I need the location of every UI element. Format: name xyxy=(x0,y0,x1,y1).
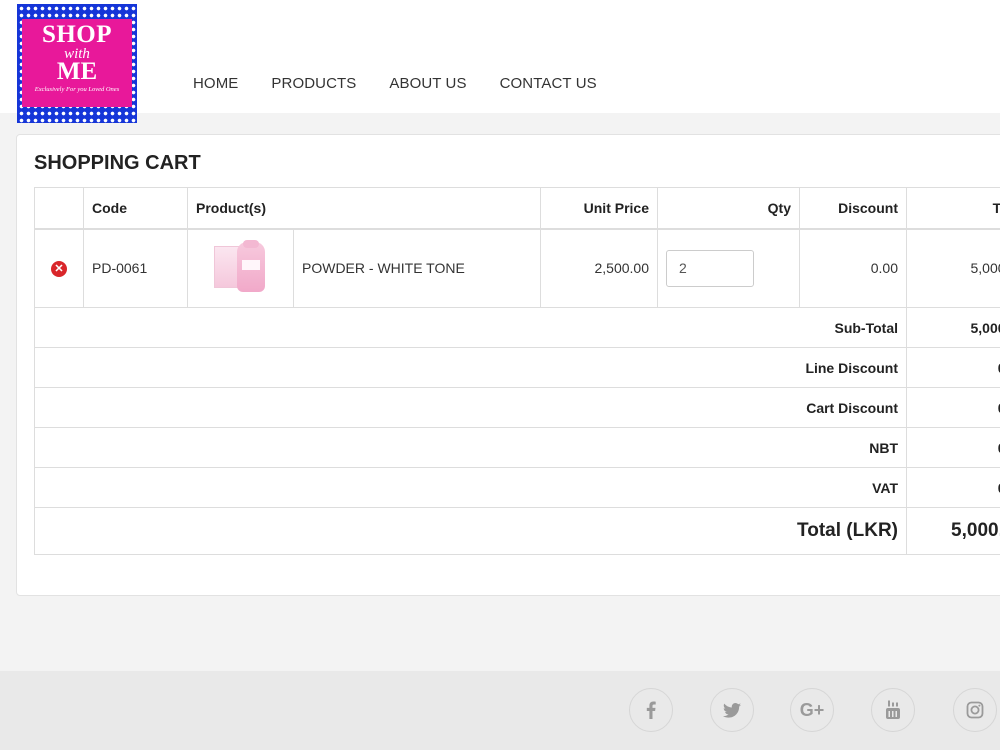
col-unit-price: Unit Price xyxy=(540,187,658,230)
facebook-icon[interactable] xyxy=(629,688,673,732)
cart-header-row: Code Product(s) Unit Price Qty Discount … xyxy=(34,187,1000,230)
vat-value: 0.00 xyxy=(906,467,1000,508)
subtotal-row: Sub-Total 5,000.00 xyxy=(34,307,1000,348)
google-plus-icon[interactable]: G+ xyxy=(790,688,834,732)
nav-home[interactable]: HOME xyxy=(193,75,238,92)
instagram-icon[interactable] xyxy=(953,688,997,732)
shop-logo[interactable]: SHOP with ME Exclusively For you Loved O… xyxy=(17,4,137,123)
line-discount-row: Line Discount 0.00 xyxy=(34,347,1000,388)
main-nav: HOME PRODUCTS ABOUT US CONTACT US xyxy=(193,75,630,92)
product-thumbnail-cell xyxy=(187,228,294,308)
col-remove xyxy=(34,187,84,230)
qty-input[interactable] xyxy=(666,249,754,287)
site-footer: G+ xyxy=(0,671,1000,750)
subtotal-value: 5,000.00 xyxy=(906,307,1000,348)
nav-contact-us[interactable]: CONTACT US xyxy=(500,75,597,92)
cart-discount-row: Cart Discount 0.00 xyxy=(34,387,1000,428)
table-row: ✕ PD-0061 POWDER - WHITE TONE 2,500.00 0… xyxy=(34,228,1000,308)
grand-total-row: Total (LKR) 5,000.00 xyxy=(34,507,1000,555)
cart-discount-label: Cart Discount xyxy=(34,387,907,428)
logo-line-me: ME xyxy=(56,58,98,85)
cart-table: Code Product(s) Unit Price Qty Discount … xyxy=(34,187,1000,555)
logo-tagline: Exclusively For you Loved Ones xyxy=(34,86,120,93)
youtube-icon[interactable] xyxy=(871,688,915,732)
google-plus-text: G+ xyxy=(799,700,825,720)
product-box-shape xyxy=(213,246,240,289)
vat-row: VAT 0.00 xyxy=(34,467,1000,508)
subtotal-label: Sub-Total xyxy=(34,307,907,348)
item-code: PD-0061 xyxy=(83,228,188,308)
page-title: SHOPPING CART xyxy=(34,152,201,174)
col-discount: Discount xyxy=(799,187,907,230)
nav-products[interactable]: PRODUCTS xyxy=(271,75,356,92)
nbt-row: NBT 0.00 xyxy=(34,427,1000,468)
logo-badge: SHOP with ME Exclusively For you Loved O… xyxy=(22,19,132,107)
nbt-label: NBT xyxy=(34,427,907,468)
col-products: Product(s) xyxy=(187,187,541,230)
product-image[interactable] xyxy=(211,240,271,296)
col-qty: Qty xyxy=(657,187,800,230)
product-bottle-shape xyxy=(236,240,265,293)
line-discount-value: 0.00 xyxy=(906,347,1000,388)
grand-total-value: 5,000.00 xyxy=(906,507,1000,555)
remove-cell: ✕ xyxy=(34,228,84,308)
col-code: Code xyxy=(83,187,188,230)
line-discount-label: Line Discount xyxy=(34,347,907,388)
item-qty-cell xyxy=(657,228,800,308)
grand-total-label: Total (LKR) xyxy=(34,507,907,555)
remove-item-icon[interactable]: ✕ xyxy=(51,261,67,278)
vat-label: VAT xyxy=(34,467,907,508)
nav-about-us[interactable]: ABOUT US xyxy=(389,75,466,92)
twitter-icon[interactable] xyxy=(710,688,754,732)
site-header: SHOP with ME Exclusively For you Loved O… xyxy=(0,0,1000,123)
item-unit-price: 2,500.00 xyxy=(540,228,658,308)
item-name[interactable]: POWDER - WHITE TONE xyxy=(293,228,541,308)
cart-discount-value: 0.00 xyxy=(906,387,1000,428)
item-discount: 0.00 xyxy=(799,228,907,308)
logo-line-shop: SHOP xyxy=(41,21,113,48)
item-total: 5,000.00 xyxy=(906,228,1000,308)
product-label-shape xyxy=(241,260,260,271)
nbt-value: 0.00 xyxy=(906,427,1000,468)
col-total: Total xyxy=(906,187,1000,230)
